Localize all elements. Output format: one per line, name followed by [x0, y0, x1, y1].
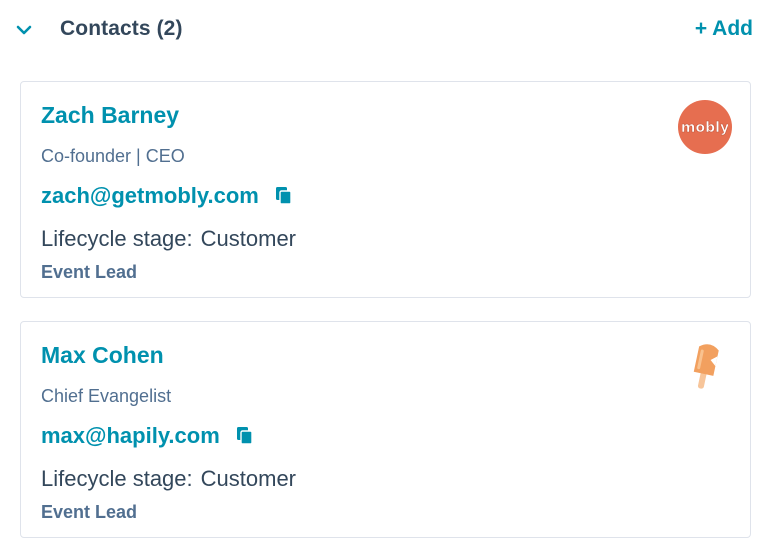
section-title: Contacts (2)	[60, 17, 183, 40]
contact-card: Zach Barney Co-founder | CEO zach@getmob…	[20, 81, 751, 298]
lifecycle-stage-value: Customer	[200, 466, 296, 491]
lifecycle-stage-label: Lifecycle stage:	[41, 226, 193, 251]
lead-status: Event Lead	[41, 502, 138, 522]
contact-email[interactable]: zach@getmobly.com	[41, 183, 259, 209]
contact-email-row: max@hapily.com	[41, 422, 254, 450]
contact-card: Max Cohen Chief Evangelist max@hapily.co…	[20, 321, 751, 538]
mobly-logo-text: mobly	[682, 120, 728, 136]
contact-name[interactable]: Max Cohen	[41, 342, 164, 369]
contact-email-row: zach@getmobly.com	[41, 182, 293, 210]
contact-email[interactable]: max@hapily.com	[41, 423, 220, 449]
lifecycle-stage-label: Lifecycle stage:	[41, 466, 193, 491]
contact-job-title: Chief Evangelist	[41, 386, 172, 406]
lifecycle-stage-value: Customer	[200, 226, 296, 251]
contacts-section-header: Contacts (2) + Add	[0, 0, 769, 62]
contact-name[interactable]: Zach Barney	[41, 102, 179, 129]
add-contact-button[interactable]: + Add	[695, 17, 753, 41]
mobly-logo-icon: mobly	[678, 100, 732, 154]
lifecycle-stage: Lifecycle stage: Customer	[41, 226, 296, 252]
copy-icon[interactable]	[275, 186, 293, 206]
chevron-down-icon[interactable]	[14, 22, 34, 38]
lifecycle-stage: Lifecycle stage: Customer	[41, 466, 296, 492]
lead-status: Event Lead	[41, 262, 138, 282]
contact-job-title: Co-founder | CEO	[41, 146, 185, 166]
popsicle-logo-icon	[693, 344, 719, 389]
copy-icon[interactable]	[236, 426, 254, 446]
